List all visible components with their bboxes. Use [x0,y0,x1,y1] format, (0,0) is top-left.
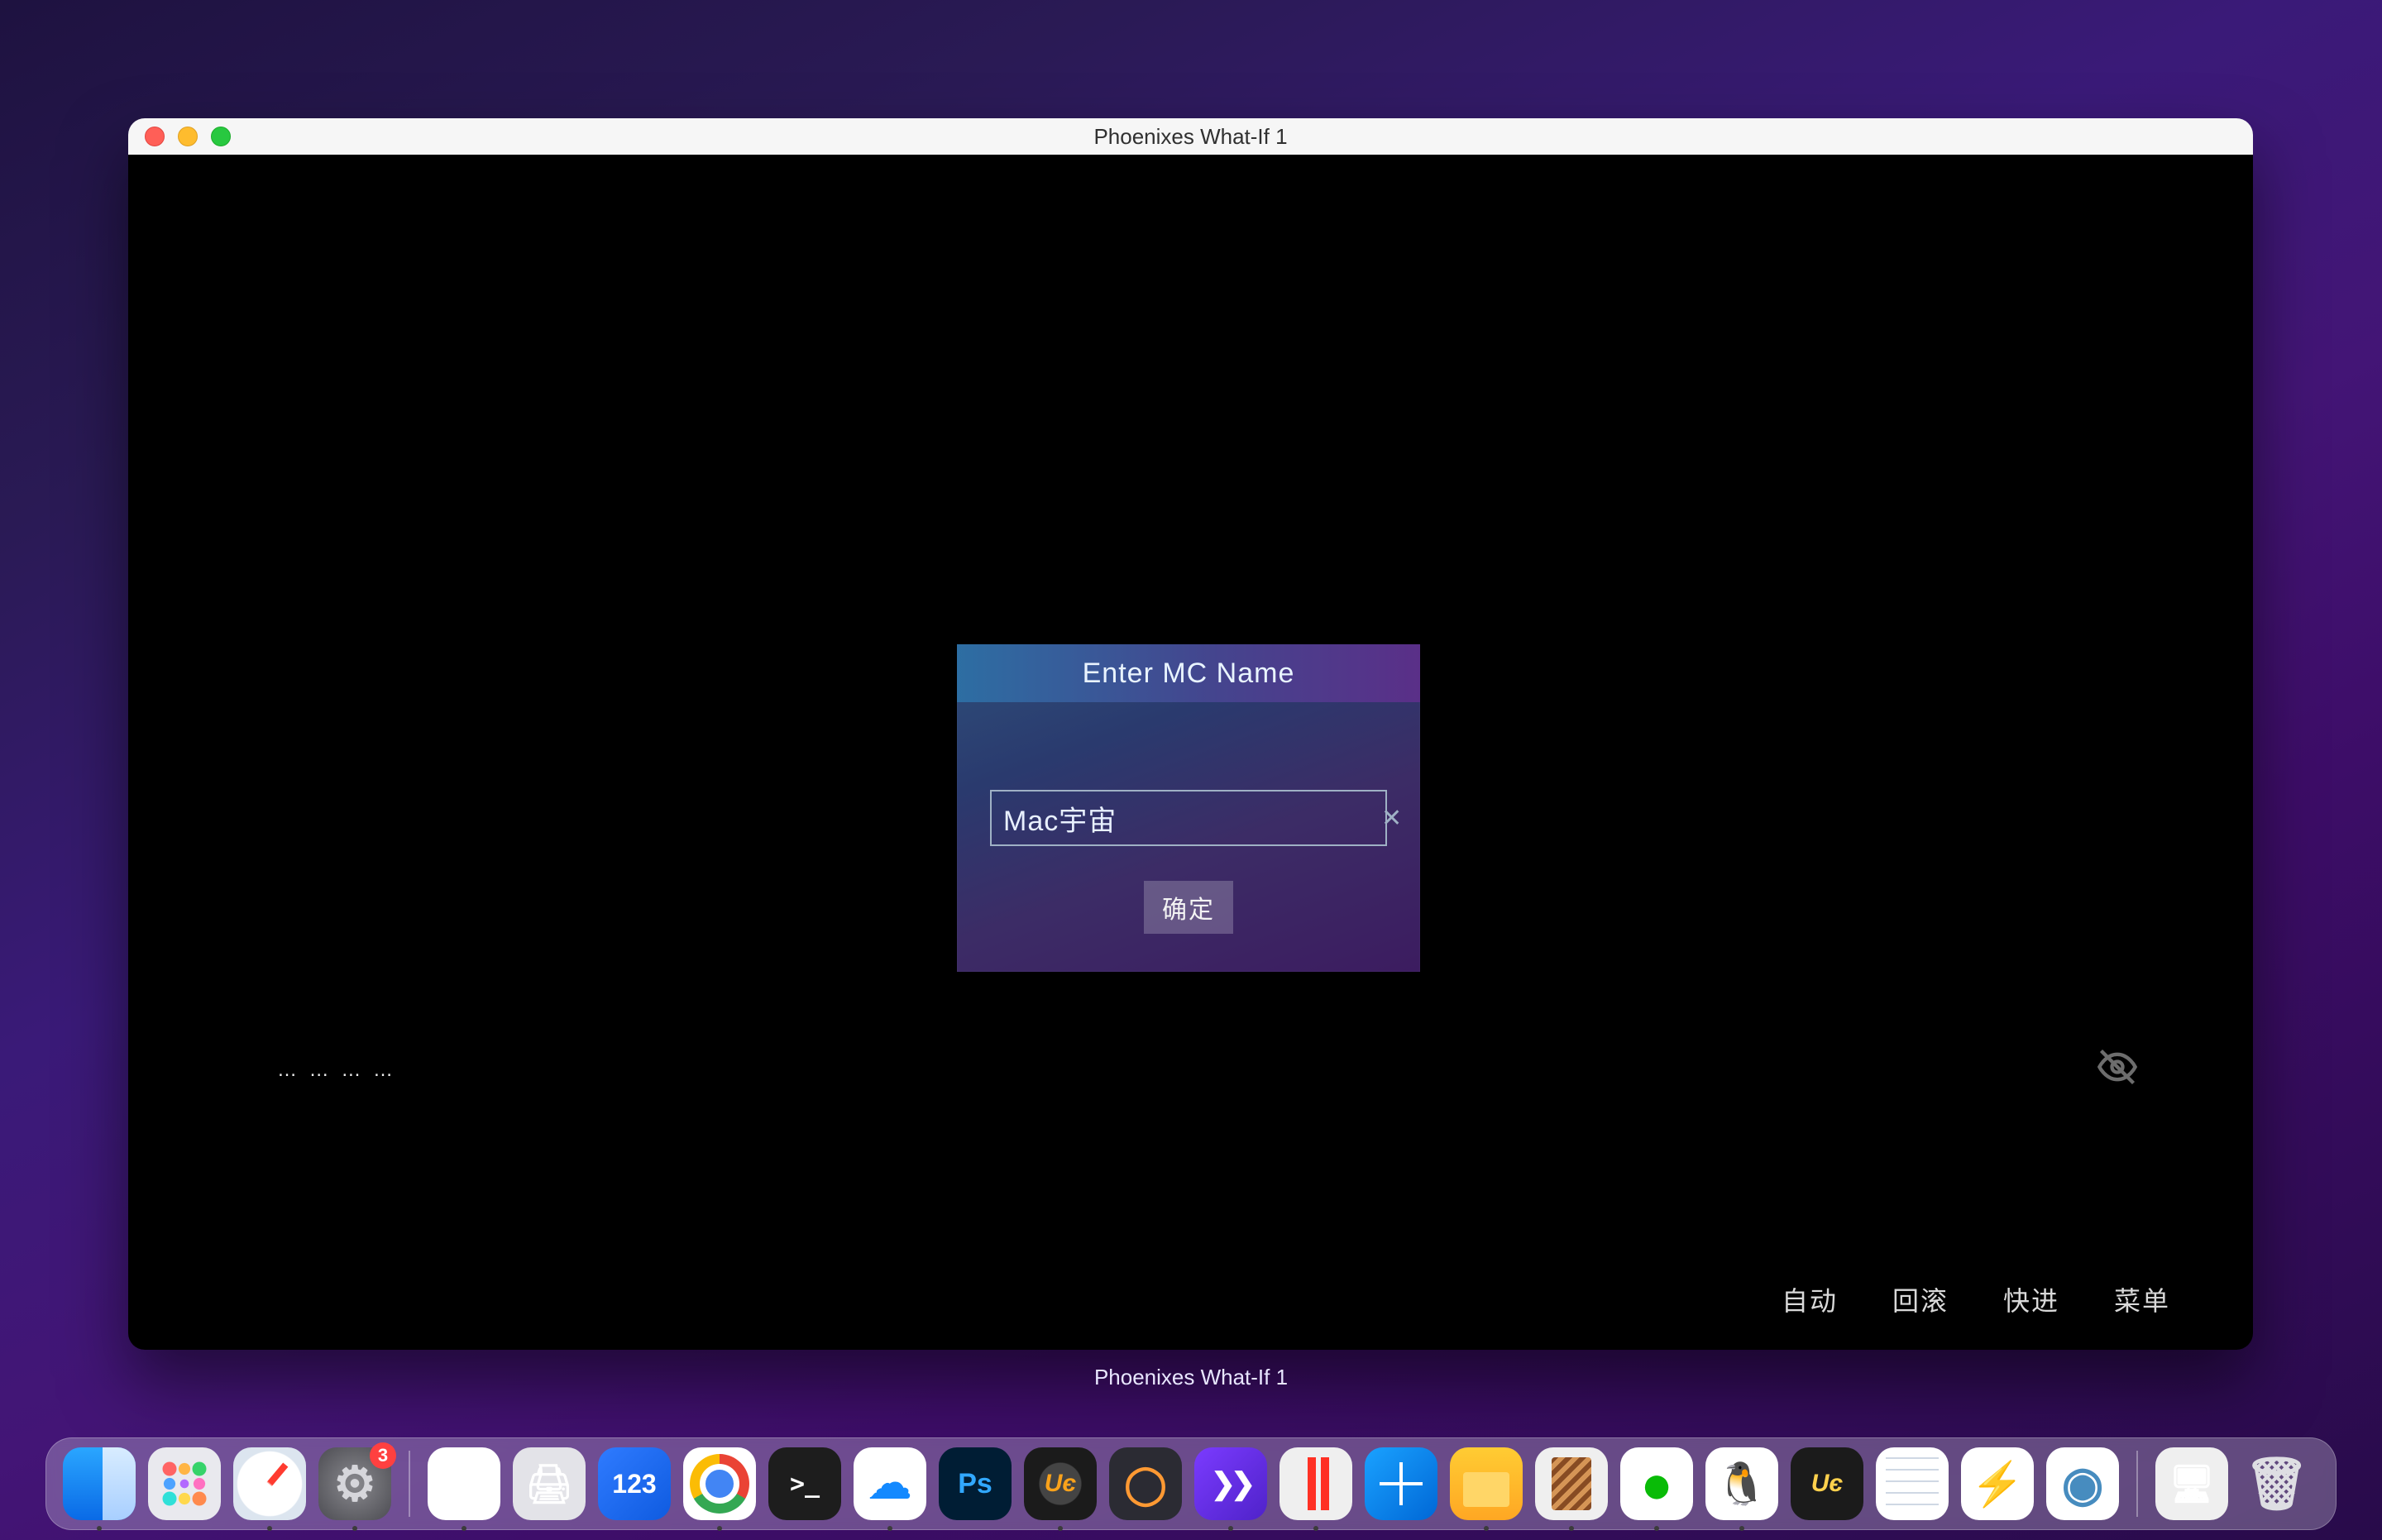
dock-terminal-icon[interactable] [768,1447,841,1520]
running-app-caption: Phoenixes What-If 1 [0,1365,2382,1390]
dock-safari-icon[interactable] [233,1447,306,1520]
dock-qq-icon[interactable] [1705,1447,1778,1520]
dock-cloud-app-icon[interactable] [854,1447,926,1520]
dock-paint-app-icon[interactable] [428,1447,500,1520]
dialogue-text: … … … … [277,1059,396,1082]
nav-auto-button[interactable]: 自动 [1782,1280,1838,1318]
dock-system-settings-icon[interactable]: 3 [318,1447,391,1520]
dock-printer-app-icon[interactable] [513,1447,586,1520]
close-window-button[interactable] [145,127,165,146]
vn-bottom-nav: 自动 回滚 快进 菜单 [1782,1280,2170,1318]
confirm-button[interactable]: 确定 [1144,881,1233,934]
dock-wechat-icon[interactable] [1620,1447,1693,1520]
name-input[interactable] [992,802,1381,835]
dock-notes-icon[interactable] [1876,1447,1949,1520]
zoom-window-button[interactable] [211,127,231,146]
dock-finder-icon[interactable] [63,1447,136,1520]
dialog-title: Enter MC Name [1083,658,1295,690]
dock-ultraedit-icon[interactable]: Uє [1024,1447,1097,1520]
dock-ue-label: Uє [1045,1470,1077,1498]
name-entry-dialog: Enter MC Name ✕ 确定 [957,644,1420,972]
dock-downloads-icon[interactable] [2155,1447,2228,1520]
dock-ultraedit2-icon[interactable]: Uє [1791,1447,1863,1520]
name-input-row: ✕ [990,790,1387,846]
clear-input-icon[interactable]: ✕ [1381,804,1402,833]
nav-skip-button[interactable]: 快进 [2003,1280,2059,1318]
dock-purple-app-icon[interactable] [1194,1447,1267,1520]
hide-ui-icon[interactable] [2096,1045,2139,1088]
dock-teamspeak-icon[interactable] [1961,1447,2034,1520]
titlebar: Phoenixes What-If 1 [128,118,2253,155]
dock-ps-label: Ps [958,1468,992,1500]
dock-windows-icon[interactable] [1365,1447,1437,1520]
dock-separator [409,1451,410,1517]
dialog-header: Enter MC Name [957,644,1420,702]
dock-godot-icon[interactable] [2046,1447,2119,1520]
dock-photoshop-icon[interactable]: Ps [939,1447,1012,1520]
dock-files-icon[interactable] [1450,1447,1523,1520]
nav-menu-button[interactable]: 菜单 [2114,1280,2170,1318]
nav-rollback-button[interactable]: 回滚 [1892,1280,1949,1318]
dock-separator-2 [2136,1451,2138,1517]
dock-123-app-icon[interactable]: 123 [598,1447,671,1520]
dock: 3 123 Ps Uє Uє [45,1437,2337,1530]
dock-parallels-icon[interactable] [1279,1447,1352,1520]
dock-chrome-icon[interactable] [683,1447,756,1520]
dock-archive-app-icon[interactable] [1535,1447,1608,1520]
app-window: Phoenixes What-If 1 … … … … 自动 回滚 快进 菜单 … [128,118,2253,1350]
dock-ue2-label: Uє [1811,1470,1844,1498]
game-viewport: … … … … 自动 回滚 快进 菜单 Enter MC Name ✕ [128,155,2253,1350]
dock-container: 3 123 Ps Uє Uє [45,1431,2337,1530]
dock-123-label: 123 [612,1469,656,1499]
window-title: Phoenixes What-If 1 [128,124,2253,150]
dock-trash-icon[interactable] [2241,1447,2313,1520]
minimize-window-button[interactable] [178,127,198,146]
dock-launchpad-icon[interactable] [148,1447,221,1520]
window-controls [128,127,231,146]
dock-pixel-app-icon[interactable] [1109,1447,1182,1520]
settings-badge: 3 [370,1442,396,1469]
